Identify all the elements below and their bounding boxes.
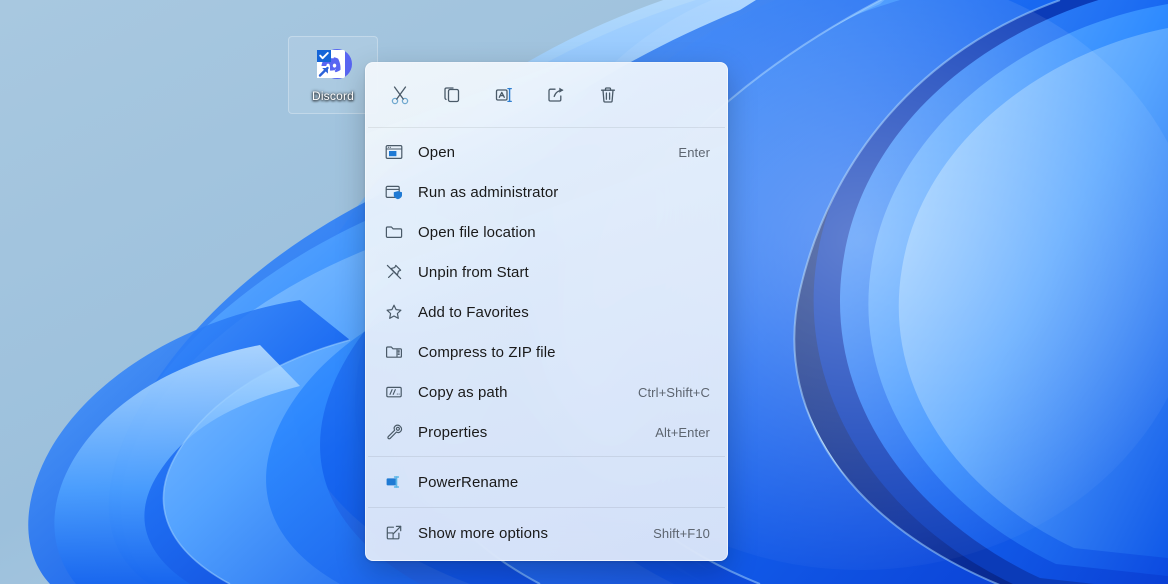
- powerrename-icon: [383, 471, 405, 493]
- menu-item-unpin-from-start[interactable]: Unpin from Start: [369, 252, 724, 292]
- cut-button[interactable]: [374, 73, 426, 117]
- context-menu: Open Enter Run as administrator Open fil…: [365, 62, 728, 561]
- menu-item-label: PowerRename: [418, 473, 519, 491]
- menu-item-label: Add to Favorites: [418, 303, 529, 321]
- menu-item-open-file-location[interactable]: Open file location: [369, 212, 724, 252]
- menu-item-show-more-options[interactable]: Show more options Shift+F10: [369, 513, 724, 553]
- copy-path-icon: [383, 381, 405, 403]
- menu-item-label: Open file location: [418, 223, 536, 241]
- shield-window-icon: [383, 181, 405, 203]
- desktop-icon-label: Discord: [311, 89, 355, 103]
- menu-group-main: Open Enter Run as administrator Open fil…: [366, 128, 727, 456]
- trash-icon: [600, 87, 616, 103]
- menu-item-open[interactable]: Open Enter: [369, 132, 724, 172]
- menu-item-compress-to-zip-file[interactable]: Compress to ZIP file: [369, 332, 724, 372]
- share-icon: [548, 87, 564, 102]
- wrench-icon: [383, 421, 405, 443]
- menu-item-label: Run as administrator: [418, 183, 559, 201]
- menu-item-add-to-favorites[interactable]: Add to Favorites: [369, 292, 724, 332]
- menu-item-accelerator: Enter: [678, 144, 710, 160]
- menu-item-label: Unpin from Start: [418, 263, 529, 281]
- menu-group-more: Show more options Shift+F10: [366, 508, 727, 558]
- menu-item-accelerator: Shift+F10: [653, 525, 710, 541]
- scissors-icon: [391, 86, 409, 105]
- rename-icon: [495, 87, 512, 103]
- menu-item-label: Properties: [418, 423, 488, 441]
- rename-button[interactable]: [478, 73, 530, 117]
- menu-item-label: Compress to ZIP file: [418, 343, 556, 361]
- menu-item-label: Show more options: [418, 524, 549, 542]
- delete-button[interactable]: [582, 73, 634, 117]
- share-button[interactable]: [530, 73, 582, 117]
- show-more-icon: [383, 522, 405, 544]
- menu-item-label: Copy as path: [418, 383, 508, 401]
- menu-item-run-as-administrator[interactable]: Run as administrator: [369, 172, 724, 212]
- menu-group-powertoys: PowerRename: [366, 457, 727, 507]
- copy-button[interactable]: [426, 73, 478, 117]
- copy-icon: [444, 87, 460, 103]
- menu-item-accelerator: Ctrl+Shift+C: [637, 384, 710, 400]
- folder-icon: [383, 221, 405, 243]
- open-window-icon: [383, 141, 405, 163]
- discord-icon: [310, 42, 356, 88]
- zip-folder-icon: [383, 341, 405, 363]
- unpin-icon: [383, 261, 405, 283]
- menu-item-powerrename[interactable]: PowerRename: [369, 462, 724, 502]
- menu-item-label: Open: [418, 143, 456, 161]
- context-menu-toolbar: [366, 63, 727, 127]
- menu-item-copy-as-path[interactable]: Copy as path Ctrl+Shift+C: [369, 372, 724, 412]
- star-icon: [383, 301, 405, 323]
- menu-item-properties[interactable]: Properties Alt+Enter: [369, 412, 724, 452]
- menu-item-accelerator: Alt+Enter: [655, 424, 710, 440]
